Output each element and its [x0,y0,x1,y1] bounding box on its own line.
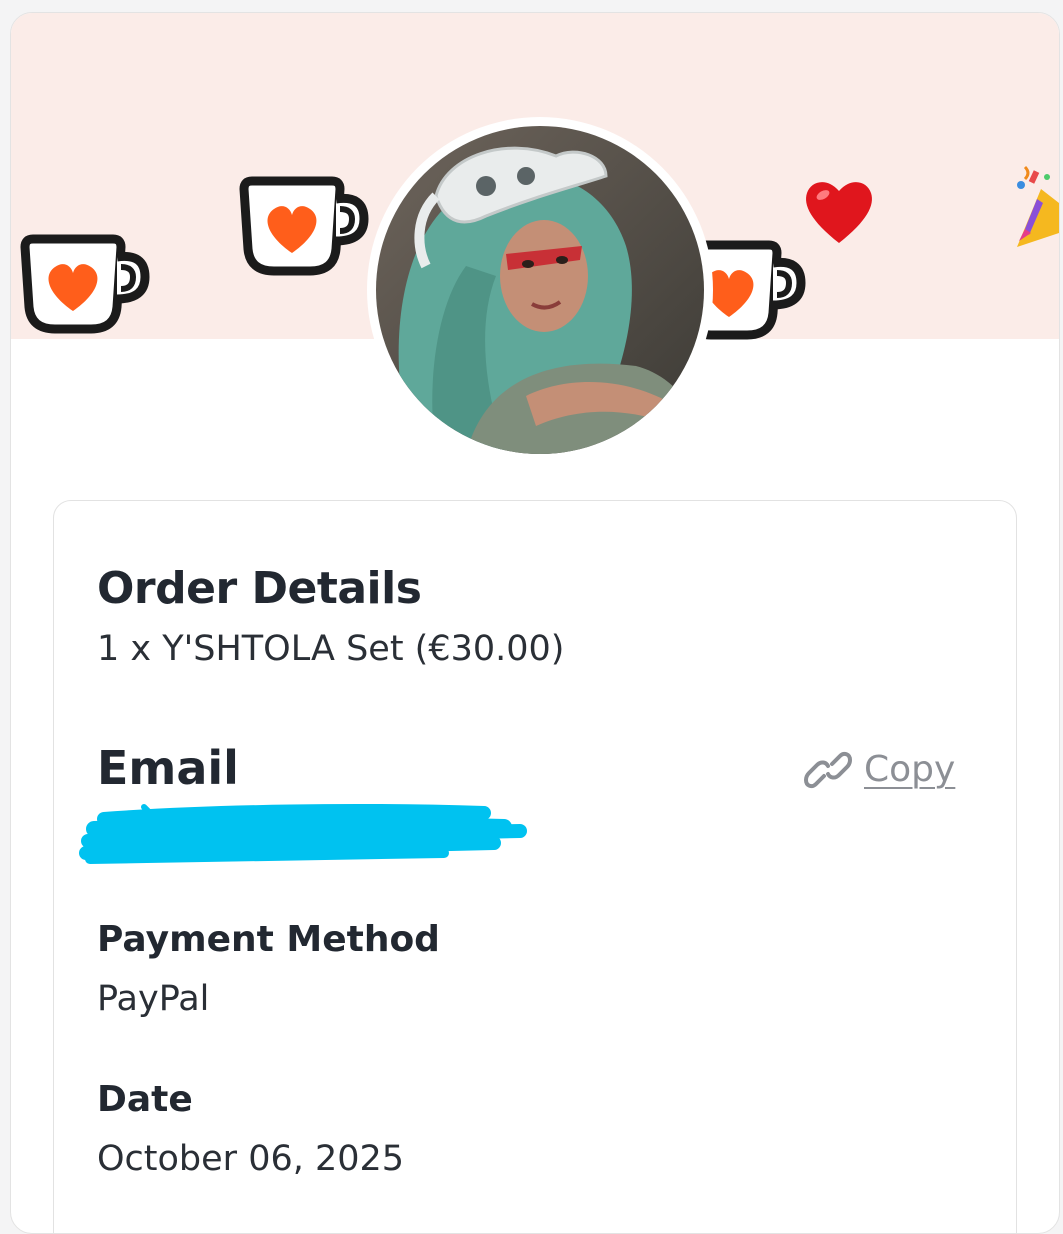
payment-method-value: PayPal [97,979,210,1019]
order-receipt-card: Order Details 1 x Y'SHTOLA Set (€30.00) … [10,12,1060,1234]
order-details-heading: Order Details [97,563,422,614]
copy-label: Copy [864,749,956,790]
avatar [376,126,704,454]
email-redaction-scribble [79,804,527,864]
email-heading: Email [97,741,239,795]
link-icon [804,751,852,788]
order-item: 1 x Y'SHTOLA Set (€30.00) [97,629,565,669]
order-details-card: Order Details 1 x Y'SHTOLA Set (€30.00) … [53,500,1017,1233]
date-heading: Date [97,1079,193,1120]
red-heart-emoji-icon [806,182,872,243]
date-value: October 06, 2025 [97,1139,405,1179]
party-popper-emoji-icon [1017,165,1059,247]
coffee-cup-heart-icon [20,234,150,334]
payment-method-heading: Payment Method [97,919,440,960]
copy-email-button[interactable]: Copy [804,749,955,790]
coffee-cup-heart-icon [239,176,369,276]
